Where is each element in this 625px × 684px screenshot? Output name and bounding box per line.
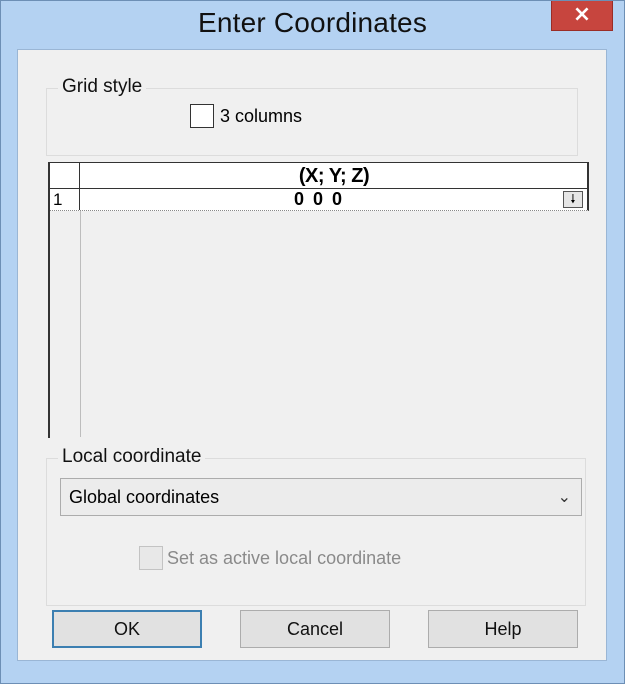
xyz-column-header: (X; Y; Z) — [298, 165, 370, 187]
close-button[interactable]: × — [551, 1, 613, 31]
grid-divider — [80, 211, 81, 437]
dialog-body: Grid style 3 columns (X; Y; Z) 1 0 0 0 🠗… — [17, 49, 607, 661]
window-title: Enter Coordinates — [197, 7, 428, 38]
arrow-down-icon[interactable]: 🠗 — [563, 191, 583, 208]
local-coordinate-legend: Local coordinate — [58, 446, 206, 468]
dialog-window: Enter Coordinates × Grid style 3 columns… — [0, 0, 625, 684]
three-columns-label[interactable]: 3 columns — [220, 106, 302, 127]
title-bar[interactable]: Enter Coordinates × — [1, 1, 624, 49]
set-active-option: Set as active local coordinate — [139, 546, 401, 570]
chevron-down-icon[interactable]: ⌄ — [558, 487, 571, 506]
set-active-label: Set as active local coordinate — [167, 547, 402, 568]
help-button[interactable]: Help — [428, 610, 578, 648]
set-active-checkbox — [139, 546, 163, 570]
grid-row[interactable]: 1 0 0 0 🠗 — [50, 189, 589, 211]
local-coordinate-select[interactable]: Global coordinates ⌄ — [60, 478, 582, 516]
row-number: 1 — [50, 189, 80, 210]
three-columns-option[interactable]: 3 columns — [190, 104, 302, 128]
three-columns-checkbox[interactable] — [190, 104, 214, 128]
grid-style-legend: Grid style — [58, 76, 147, 98]
grid-style-group — [46, 88, 578, 156]
grid-corner-cell — [50, 163, 80, 188]
coordinate-cell[interactable]: 0 0 0 — [81, 189, 557, 210]
cancel-button[interactable]: Cancel — [240, 610, 390, 648]
coordinates-grid[interactable]: (X; Y; Z) 1 0 0 0 🠗 — [48, 162, 589, 438]
grid-header: (X; Y; Z) — [50, 163, 589, 189]
ok-button[interactable]: OK — [52, 610, 202, 648]
selected-coordinate-system: Global coordinates — [69, 487, 220, 507]
